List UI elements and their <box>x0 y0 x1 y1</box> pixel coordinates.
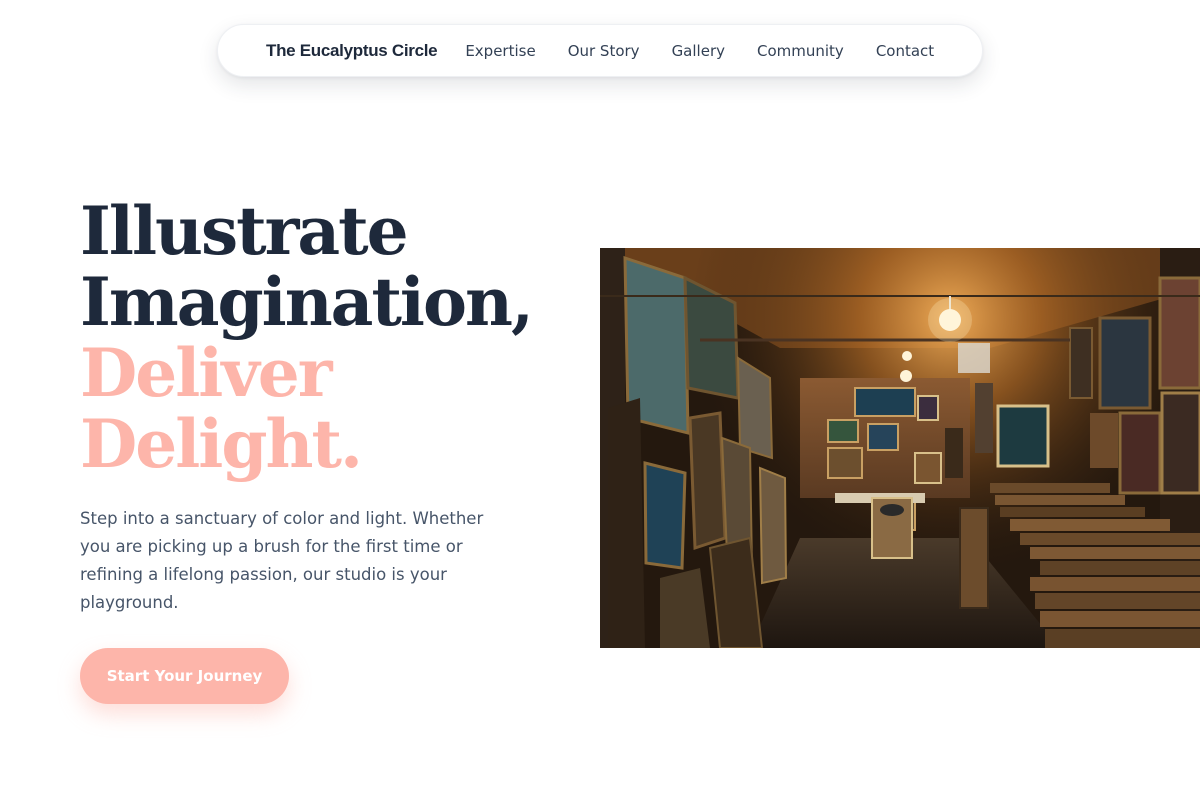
nav-link-community[interactable]: Community <box>757 42 844 60</box>
hero-headline: Illustrate Imagination, Deliver Delight. <box>80 196 560 480</box>
headline-line-2: Imagination, <box>80 263 534 341</box>
gallery-illustration <box>600 248 1200 648</box>
start-journey-button[interactable]: Start Your Journey <box>80 648 289 704</box>
top-navigation: The Eucalyptus Circle Expertise Our Stor… <box>217 24 983 77</box>
brand-logo-link[interactable]: The Eucalyptus Circle <box>266 41 438 61</box>
hero-description: Step into a sanctuary of color and light… <box>80 509 484 612</box>
nav-link-expertise[interactable]: Expertise <box>465 42 535 60</box>
nav-links: Expertise Our Story Gallery Community Co… <box>465 42 934 60</box>
nav-link-gallery[interactable]: Gallery <box>672 42 725 60</box>
headline-accent-line-1: Deliver <box>80 334 332 412</box>
page: The Eucalyptus Circle Expertise Our Stor… <box>0 0 1200 800</box>
headline-accent-line-2: Delight. <box>80 405 363 483</box>
art-gallery-photo <box>600 248 1200 648</box>
nav-link-contact[interactable]: Contact <box>876 42 934 60</box>
headline-line-1: Illustrate <box>80 192 409 270</box>
nav-link-our-story[interactable]: Our Story <box>568 42 640 60</box>
